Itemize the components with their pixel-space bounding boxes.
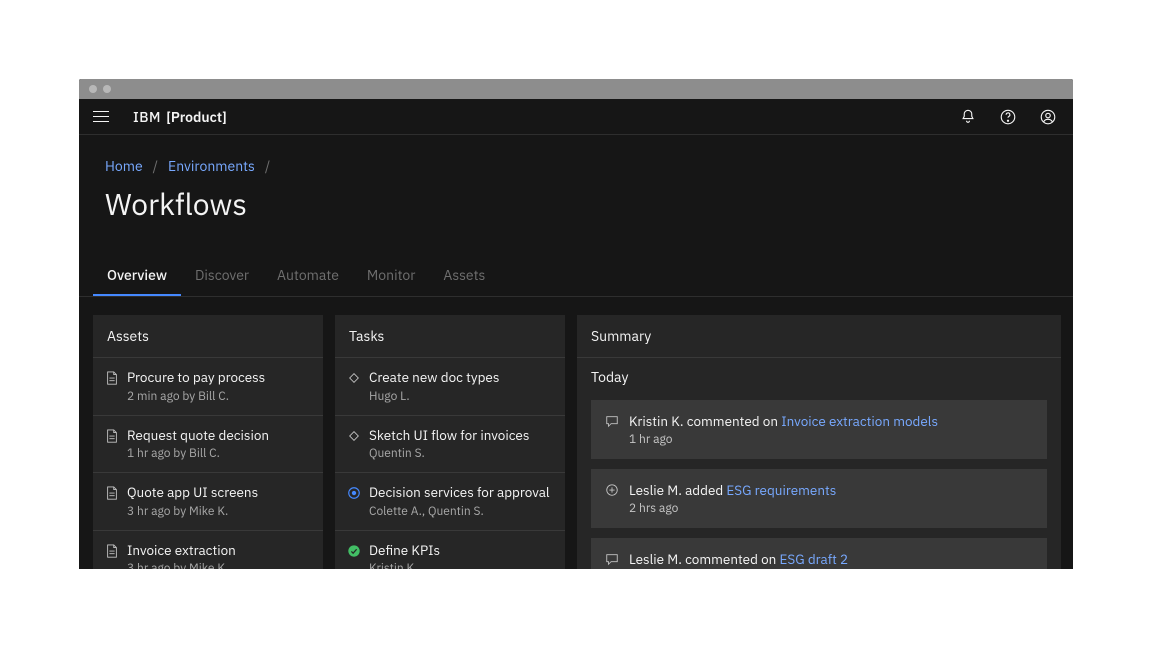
- list-item-title: Sketch UI flow for invoices: [369, 427, 529, 445]
- activity-sub: 2 hrs ago: [629, 501, 836, 516]
- brand-product: [Product]: [166, 108, 227, 126]
- list-item-title: Decision services for approval: [369, 484, 550, 502]
- breadcrumb: Home / Environments /: [105, 157, 1047, 175]
- add-icon: [605, 483, 619, 497]
- list-item-sub: 1 hr ago by Bill C.: [127, 446, 269, 461]
- list-item-body: Define KPIs Kristin K.: [369, 542, 440, 569]
- tab-overview[interactable]: Overview: [93, 256, 181, 296]
- menu-icon[interactable]: [93, 111, 109, 123]
- top-bar-left: IBM [Product]: [93, 108, 227, 126]
- summary-body: Today Kristin K. commented on Invoice ex…: [577, 358, 1061, 569]
- brand: IBM [Product]: [133, 108, 227, 126]
- activity-text: Leslie M. added ESG requirements: [629, 481, 836, 499]
- list-item[interactable]: Invoice extraction 3 hr ago by Mike K.: [93, 531, 323, 569]
- window-traffic-dot: [89, 85, 97, 93]
- breadcrumb-home[interactable]: Home: [105, 157, 143, 175]
- list-item-body: Sketch UI flow for invoices Quentin S.: [369, 427, 529, 462]
- activity-text: Leslie M. commented on ESG draft 2: [629, 550, 848, 568]
- tab-discover[interactable]: Discover: [181, 256, 263, 296]
- summary-panel-title: Summary: [577, 315, 1061, 358]
- list-item[interactable]: Define KPIs Kristin K.: [335, 531, 565, 569]
- summary-panel: Summary Today Kristin K. commented on In…: [577, 315, 1061, 569]
- list-item-title: Procure to pay process: [127, 369, 265, 387]
- list-item-sub: 3 hr ago by Mike K.: [127, 504, 258, 519]
- list-item-sub: 2 min ago by Bill C.: [127, 389, 265, 404]
- list-item-title: Request quote decision: [127, 427, 269, 445]
- list-item-title: Create new doc types: [369, 369, 499, 387]
- list-item-title: Invoice extraction: [127, 542, 236, 560]
- top-bar-right: [959, 108, 1057, 126]
- tasks-panel-title: Tasks: [335, 315, 565, 358]
- in-progress-icon: [347, 486, 361, 500]
- list-item[interactable]: Decision services for approval Colette A…: [335, 473, 565, 531]
- notifications-icon[interactable]: [959, 108, 977, 126]
- list-item-body: Procure to pay process 2 min ago by Bill…: [127, 369, 265, 404]
- tabs: Overview Discover Automate Monitor Asset…: [79, 224, 1073, 297]
- user-avatar-icon[interactable]: [1039, 108, 1057, 126]
- activity-card-body: Leslie M. commented on ESG draft 2 2 hrs…: [629, 550, 848, 569]
- incomplete-icon: [347, 371, 361, 385]
- activity-text: Kristin K. commented on Invoice extracti…: [629, 412, 938, 430]
- assets-panel: Assets Procure to pay process 2 min ago …: [93, 315, 323, 569]
- activity-link[interactable]: ESG draft 2: [780, 550, 849, 568]
- list-item-sub: 3 hr ago by Mike K.: [127, 561, 236, 569]
- help-icon[interactable]: [999, 108, 1017, 126]
- window-traffic-dot: [103, 85, 111, 93]
- list-item[interactable]: Sketch UI flow for invoices Quentin S.: [335, 416, 565, 474]
- activity-card-body: Kristin K. commented on Invoice extracti…: [629, 412, 938, 447]
- complete-icon: [347, 544, 361, 558]
- list-item-title: Define KPIs: [369, 542, 440, 560]
- page-title: Workflows: [105, 185, 1047, 224]
- list-item-sub: Kristin K.: [369, 561, 440, 569]
- list-item-body: Quote app UI screens 3 hr ago by Mike K.: [127, 484, 258, 519]
- list-item-sub: Quentin S.: [369, 446, 529, 461]
- document-icon: [105, 371, 119, 385]
- list-item-body: Create new doc types Hugo L.: [369, 369, 499, 404]
- list-item-body: Request quote decision 1 hr ago by Bill …: [127, 427, 269, 462]
- chat-icon: [605, 414, 619, 428]
- activity-card[interactable]: Kristin K. commented on Invoice extracti…: [591, 400, 1047, 459]
- activity-link[interactable]: ESG requirements: [726, 481, 836, 499]
- list-item-body: Decision services for approval Colette A…: [369, 484, 550, 519]
- activity-link[interactable]: Invoice extraction models: [781, 412, 938, 430]
- assets-panel-title: Assets: [93, 315, 323, 358]
- incomplete-icon: [347, 429, 361, 443]
- document-icon: [105, 429, 119, 443]
- list-item-sub: Colette A., Quentin S.: [369, 504, 550, 519]
- activity-card-body: Leslie M. added ESG requirements 2 hrs a…: [629, 481, 836, 516]
- content: Assets Procure to pay process 2 min ago …: [79, 297, 1073, 569]
- window-chrome-bar: [79, 79, 1073, 99]
- app-window: IBM [Product] Home / Environments / Work…: [79, 79, 1073, 569]
- top-bar: IBM [Product]: [79, 99, 1073, 135]
- breadcrumb-environments[interactable]: Environments: [168, 157, 255, 175]
- brand-ibm: IBM: [133, 108, 161, 126]
- breadcrumb-separator: /: [265, 157, 270, 175]
- tasks-list: Create new doc types Hugo L. Sketch UI f…: [335, 358, 565, 569]
- assets-list: Procure to pay process 2 min ago by Bill…: [93, 358, 323, 569]
- document-icon: [105, 544, 119, 558]
- list-item[interactable]: Create new doc types Hugo L.: [335, 358, 565, 416]
- activity-sub: 1 hr ago: [629, 432, 938, 447]
- chat-icon: [605, 552, 619, 566]
- page-header: Home / Environments / Workflows: [79, 135, 1073, 224]
- summary-date: Today: [591, 368, 1047, 386]
- document-icon: [105, 486, 119, 500]
- tab-automate[interactable]: Automate: [263, 256, 353, 296]
- list-item-sub: Hugo L.: [369, 389, 499, 404]
- tasks-panel: Tasks Create new doc types Hugo L. Sketc…: [335, 315, 565, 569]
- breadcrumb-separator: /: [153, 157, 158, 175]
- tab-assets[interactable]: Assets: [429, 256, 499, 296]
- list-item[interactable]: Request quote decision 1 hr ago by Bill …: [93, 416, 323, 474]
- list-item[interactable]: Procure to pay process 2 min ago by Bill…: [93, 358, 323, 416]
- list-item-title: Quote app UI screens: [127, 484, 258, 502]
- tab-monitor[interactable]: Monitor: [353, 256, 430, 296]
- activity-card[interactable]: Leslie M. added ESG requirements 2 hrs a…: [591, 469, 1047, 528]
- list-item-body: Invoice extraction 3 hr ago by Mike K.: [127, 542, 236, 569]
- activity-card[interactable]: Leslie M. commented on ESG draft 2 2 hrs…: [591, 538, 1047, 569]
- list-item[interactable]: Quote app UI screens 3 hr ago by Mike K.: [93, 473, 323, 531]
